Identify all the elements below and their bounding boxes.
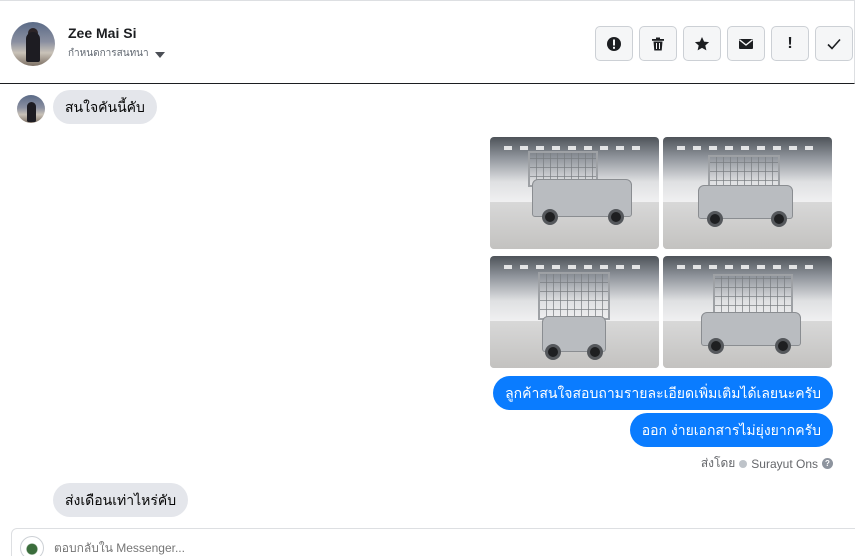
truck-photo-rear-left[interactable] (663, 137, 832, 249)
truck-photo-rear[interactable] (490, 256, 659, 368)
delete-button[interactable] (639, 26, 677, 61)
contact-avatar[interactable] (11, 22, 55, 66)
sender-status-icon (739, 459, 748, 468)
trash-icon (652, 37, 664, 50)
conversation-header: Zee Mai Si กำหนดการสนทนา ! (0, 0, 855, 84)
page-logo-icon (20, 536, 44, 556)
sender-name[interactable]: Surayut Ons (751, 457, 818, 471)
outgoing-message[interactable]: ออก ง่ายเอกสารไม่ยุ่งยากครับ (629, 413, 833, 447)
photo-attachment-grid (490, 137, 833, 368)
reply-input[interactable] (54, 541, 654, 555)
important-button[interactable]: ! (771, 26, 809, 61)
sent-by-prefix: ส่งโดย (700, 456, 736, 470)
header-actions: ! (595, 26, 853, 61)
star-button[interactable] (683, 26, 721, 61)
checkmark-icon (827, 38, 841, 50)
exclamation-icon: ! (787, 34, 793, 52)
sent-by-line: ส่งโดย Surayut Ons ? (701, 454, 833, 473)
message-thread: สนใจคันนี้คับ ลูกค้าสนใจสอบถามรายละเอียด… (0, 85, 855, 525)
outgoing-message[interactable]: ลูกค้าสนใจสอบถามรายละเอียดเพิ่มเติมได้เล… (493, 376, 833, 410)
envelope-icon (739, 38, 753, 49)
assign-conversation-label: กำหนดการสนทนา (68, 48, 149, 59)
mark-unread-button[interactable] (727, 26, 765, 61)
help-icon[interactable]: ? (822, 458, 833, 469)
done-button[interactable] (815, 26, 853, 61)
incoming-message[interactable]: ส่งเดือนเท่าไหร่คับ (53, 483, 189, 517)
truck-photo-front-left[interactable] (490, 137, 659, 249)
contact-name[interactable]: Zee Mai Si (68, 25, 136, 41)
assign-conversation-dropdown[interactable]: กำหนดการสนทนา (68, 46, 165, 61)
reply-bar (11, 528, 855, 556)
star-icon (694, 36, 710, 50)
contact-avatar-small[interactable] (17, 95, 45, 123)
truck-photo-rear-right[interactable] (663, 256, 832, 368)
caret-down-icon (154, 51, 165, 58)
report-spam-button[interactable] (595, 26, 633, 61)
alert-circle-icon (607, 36, 621, 51)
incoming-message[interactable]: สนใจคันนี้คับ (53, 90, 157, 124)
